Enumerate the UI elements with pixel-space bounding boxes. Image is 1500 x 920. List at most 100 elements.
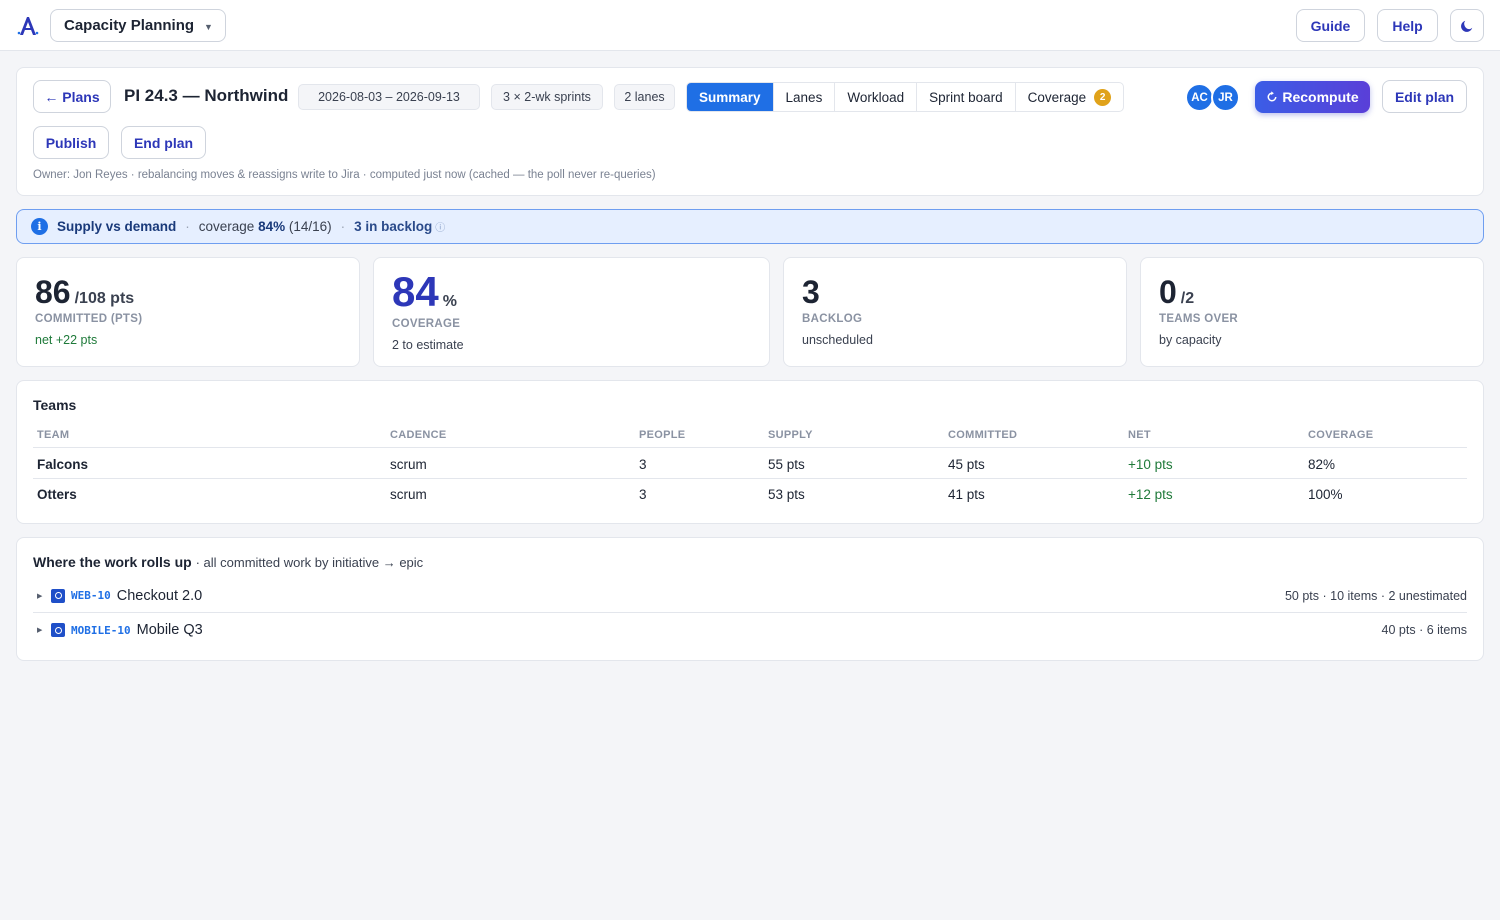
kpi-label: COVERAGE <box>392 318 461 330</box>
rollup-subtitle: · all committed work by initiative → epi… <box>195 555 424 570</box>
epic-name: Mobile Q3 <box>136 622 203 638</box>
app-name: Capacity Planning <box>64 17 195 34</box>
sprints-chip: 3 × 2-wk sprints <box>491 84 603 110</box>
teams-card: Teams TEAM CADENCE PEOPLE SUPPLY COMMITT… <box>16 380 1484 524</box>
moon-icon <box>1461 20 1473 32</box>
refresh-icon <box>1267 91 1277 102</box>
avatar[interactable]: JR <box>1211 83 1240 112</box>
epic-stats: 50 pts · 10 items · 2 unestimated <box>1284 588 1467 603</box>
kpi-teams-over-card: 0/2 TEAMS OVER by capacity <box>1140 257 1484 367</box>
tab-sprint-board[interactable]: Sprint board <box>917 83 1016 111</box>
column-header: COMMITTED <box>948 429 1018 441</box>
team-net: +10 pts <box>1128 457 1173 472</box>
tab-lanes[interactable]: Lanes <box>774 83 836 111</box>
column-header: NET <box>1128 429 1151 441</box>
banner-coverage-prefix: coverage <box>198 219 255 234</box>
epic-key[interactable]: WEB-10 <box>71 589 111 602</box>
kpi-suffix: % <box>442 293 457 310</box>
team-committed: 45 pts <box>948 457 985 472</box>
banner-title: Supply vs demand <box>57 219 177 234</box>
epic-icon <box>51 623 65 637</box>
tab-workload-label: Workload <box>847 89 905 105</box>
kpi-backlog-card: 3 BACKLOG unscheduled <box>783 257 1127 367</box>
guide-button[interactable]: Guide <box>1296 9 1365 42</box>
kpi-value: 0/2 <box>1159 274 1194 311</box>
plan-title: PI 24.3 — Northwind <box>124 86 289 105</box>
expand-caret-icon[interactable]: ▶ <box>33 626 51 634</box>
epic-key[interactable]: MOBILE-10 <box>71 624 131 637</box>
epic-stats: 40 pts · 6 items <box>1381 623 1467 637</box>
separator-dot: · <box>185 219 190 234</box>
recompute-button[interactable]: Recompute <box>1255 81 1370 113</box>
banner-coverage-value: 84% <box>258 219 286 234</box>
kpi-sub: by capacity <box>1159 333 1222 347</box>
edit-plan-button[interactable]: Edit plan <box>1382 80 1467 113</box>
kpi-label: COMMITTED (PTS) <box>35 313 143 325</box>
list-item[interactable]: ▶ MOBILE-10 Mobile Q3 40 pts · 6 items <box>33 613 1467 647</box>
column-header: COVERAGE <box>1308 429 1374 441</box>
plan-meta-text: Owner: Jon Reyes · rebalancing moves & r… <box>33 169 656 181</box>
expand-caret-icon[interactable]: ▶ <box>33 592 51 600</box>
kpi-value: 84% <box>392 268 457 316</box>
backlog-link[interactable]: 3 in backlog <box>354 219 432 234</box>
list-item[interactable]: ▶ WEB-10 Checkout 2.0 50 pts · 10 items … <box>33 579 1467 613</box>
tab-coverage-label: Coverage <box>1027 89 1087 105</box>
banner-coverage-ratio: (14/16) <box>288 219 332 234</box>
backlog-info-icon[interactable]: ⓘ <box>435 219 445 234</box>
team-people: 3 <box>639 487 647 502</box>
kpi-number: 3 <box>802 274 820 310</box>
kpi-label: BACKLOG <box>802 313 863 325</box>
kpi-suffix: /2 <box>1180 290 1195 307</box>
table-row[interactable]: Otters scrum 3 53 pts 41 pts +12 pts 100… <box>33 479 1467 509</box>
team-supply: 53 pts <box>768 487 805 502</box>
tab-sprint-board-label: Sprint board <box>929 89 1003 105</box>
top-bar: Capacity Planning ▼ Guide Help <box>0 0 1500 51</box>
help-button[interactable]: Help <box>1377 9 1438 42</box>
tab-summary[interactable]: Summary <box>687 83 774 111</box>
team-coverage: 82% <box>1308 457 1336 472</box>
column-header: TEAM <box>37 429 70 441</box>
info-icon: i <box>31 218 48 235</box>
end-plan-button[interactable]: End plan <box>121 126 206 159</box>
table-row[interactable]: Falcons scrum 3 55 pts 45 pts +10 pts 82… <box>33 449 1467 479</box>
team-name: Falcons <box>37 457 89 472</box>
tab-coverage[interactable]: Coverage 2 <box>1016 83 1124 111</box>
kpi-coverage-card: 84% COVERAGE 2 to estimate <box>373 257 770 367</box>
column-header: CADENCE <box>390 429 447 441</box>
team-name: Otters <box>37 487 77 502</box>
column-header: SUPPLY <box>768 429 813 441</box>
chevron-down-icon: ▼ <box>204 21 213 32</box>
team-cadence: scrum <box>390 487 427 502</box>
separator-dot: · <box>340 219 346 234</box>
epic-icon <box>51 588 65 603</box>
team-supply: 55 pts <box>768 457 805 472</box>
rollup-title: Where the work rolls up · all committed … <box>33 554 423 570</box>
tab-workload[interactable]: Workload <box>835 83 918 111</box>
publish-button[interactable]: Publish <box>33 126 109 159</box>
kpi-sub: net +22 pts <box>35 333 98 347</box>
team-net: +12 pts <box>1128 487 1173 502</box>
column-header: PEOPLE <box>639 429 686 441</box>
avatar[interactable]: AC <box>1185 83 1214 112</box>
supply-demand-banner: i Supply vs demand · coverage 84% (14/16… <box>16 209 1484 244</box>
teams-title: Teams <box>33 397 77 413</box>
theme-toggle-button[interactable] <box>1450 9 1484 42</box>
kpi-suffix: /108 pts <box>74 290 135 307</box>
kpi-committed-card: 86/108 pts COMMITTED (PTS) net +22 pts <box>16 257 360 367</box>
coverage-count-badge: 2 <box>1094 88 1112 106</box>
app-logo-icon[interactable] <box>16 14 40 38</box>
tab-lanes-label: Lanes <box>785 89 823 105</box>
kpi-value: 3 <box>802 274 820 311</box>
app-switcher[interactable]: Capacity Planning ▼ <box>50 9 226 42</box>
team-coverage: 100% <box>1308 487 1343 502</box>
team-committed: 41 pts <box>948 487 985 502</box>
kpi-number: 0 <box>1159 274 1177 310</box>
kpi-sub: unscheduled <box>802 333 873 347</box>
tab-summary-label: Summary <box>699 89 761 105</box>
view-tabs: Summary Lanes Workload Sprint board Cove… <box>686 82 1125 112</box>
lanes-chip: 2 lanes <box>614 84 675 110</box>
team-cadence: scrum <box>390 457 427 472</box>
kpi-number: 84 <box>392 268 439 315</box>
kpi-label: TEAMS OVER <box>1159 313 1239 325</box>
back-to-plans-button[interactable]: ← Plans <box>33 80 111 113</box>
